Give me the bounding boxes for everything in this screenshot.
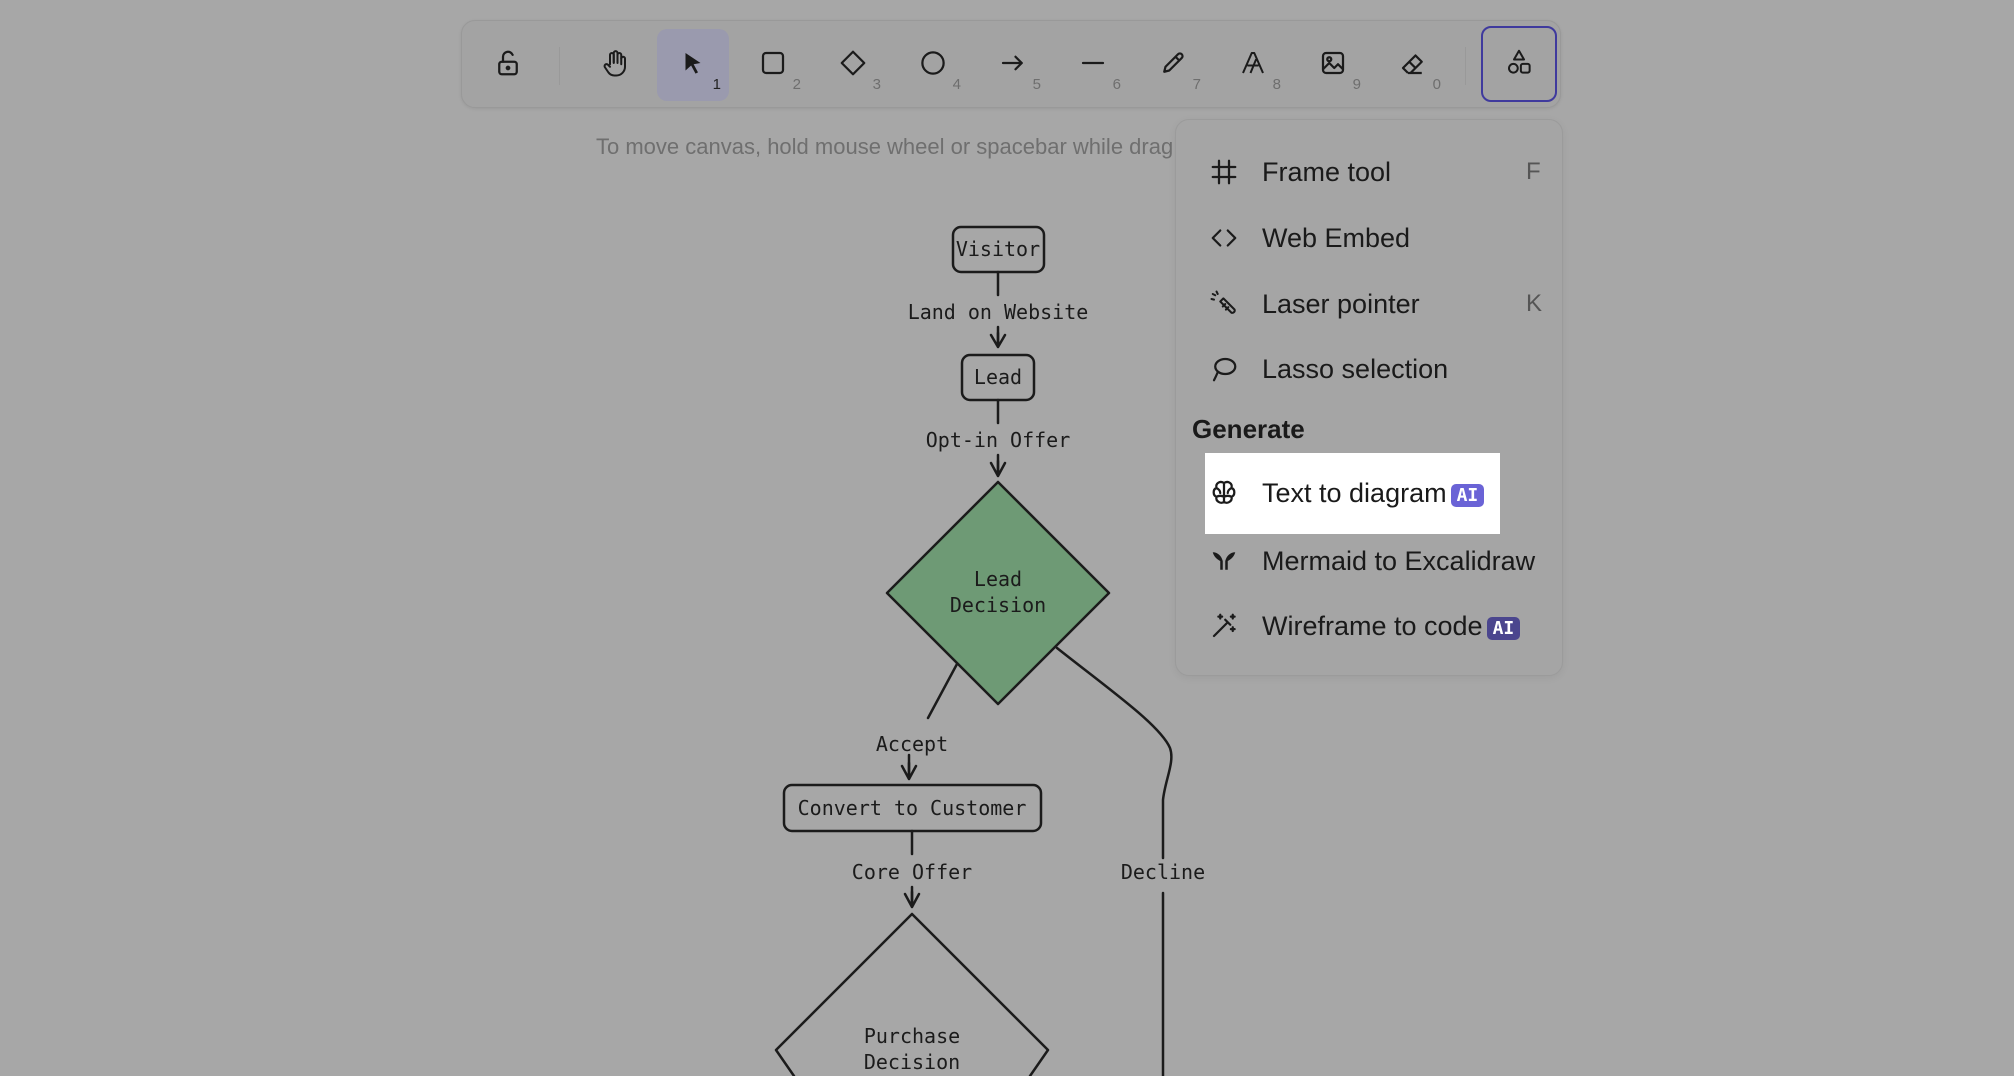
lead-label: Lead — [974, 365, 1022, 389]
text-tool[interactable]: 8 — [1217, 29, 1289, 101]
draw-tool-key: 7 — [1192, 76, 1201, 93]
rectangle-tool[interactable]: 2 — [737, 29, 809, 101]
web-embed-label: Web Embed — [1262, 222, 1411, 253]
diamond-tool-key: 3 — [872, 76, 881, 93]
circle-icon — [918, 48, 948, 83]
core-offer-label: Core Offer — [852, 860, 972, 884]
draw-tool[interactable]: 7 — [1137, 29, 1209, 101]
menu-item-mermaid-to-excalidraw[interactable]: Mermaid to Excalidraw — [1206, 536, 1535, 586]
mermaid-icon — [1206, 543, 1242, 579]
menu-item-lasso-selection[interactable]: Lasso selection — [1206, 344, 1546, 394]
wireframe-to-code-label: Wireframe to code — [1262, 610, 1483, 641]
pointer-icon — [678, 48, 708, 83]
drawing-canvas[interactable]: Visitor Land on Website Lead Opt-in Offe… — [0, 0, 2014, 1076]
eraser-tool-key: 0 — [1432, 76, 1441, 93]
more-tools-button[interactable] — [1481, 26, 1557, 102]
eraser-tool[interactable]: 0 — [1377, 29, 1449, 101]
lasso-selection-label: Lasso selection — [1262, 353, 1449, 384]
lead-decision-label-2: Decision — [950, 593, 1046, 617]
toolbar-separator — [1465, 47, 1466, 85]
opt-in-offer-label: Opt-in Offer — [926, 428, 1071, 452]
hand-icon — [600, 48, 630, 83]
ellipse-tool-key: 4 — [952, 76, 961, 93]
hand-tool[interactable] — [579, 29, 651, 101]
ellipse-tool[interactable]: 4 — [897, 29, 969, 101]
laser-pointer-label: Laser pointer — [1262, 288, 1420, 319]
shapes-icon — [1504, 47, 1534, 82]
laser-pointer-icon — [1206, 286, 1242, 322]
menu-item-web-embed[interactable]: Web Embed — [1206, 213, 1546, 263]
land-on-website-label: Land on Website — [908, 300, 1089, 324]
toolbar-separator — [559, 47, 560, 85]
arrow-right-icon — [998, 48, 1028, 83]
line-tool[interactable]: 6 — [1057, 29, 1129, 101]
decline-label: Decline — [1121, 860, 1205, 884]
text-to-diagram-label: Text to diagram — [1262, 477, 1447, 508]
lead-decision-label-1: Lead — [974, 567, 1022, 591]
accept-label: Accept — [876, 732, 948, 756]
line-tool-key: 6 — [1112, 76, 1121, 93]
image-icon — [1318, 48, 1348, 83]
lasso-icon — [1206, 351, 1242, 387]
pencil-icon — [1158, 48, 1188, 83]
diamond-icon — [838, 48, 868, 83]
selection-tool[interactable]: 1 — [657, 29, 729, 101]
text-icon — [1238, 48, 1268, 83]
menu-item-wireframe-to-code[interactable]: Wireframe to code AI — [1206, 601, 1521, 651]
selection-tool-key: 1 — [712, 76, 721, 93]
eraser-icon — [1398, 48, 1428, 83]
frame-icon — [1206, 154, 1242, 190]
menu-item-text-to-diagram[interactable]: Text to diagram AI — [1206, 468, 1485, 518]
frame-tool-label: Frame tool — [1262, 156, 1392, 187]
menu-item-laser-pointer[interactable]: Laser pointer K — [1206, 279, 1546, 329]
arrow-tool[interactable]: 5 — [977, 29, 1049, 101]
brain-icon — [1206, 475, 1242, 511]
lock-open-icon — [493, 48, 523, 83]
magic-wand-icon — [1206, 608, 1242, 644]
image-tool-key: 9 — [1352, 76, 1361, 93]
ai-badge: AI — [1450, 483, 1485, 507]
frame-tool-shortcut: F — [1526, 158, 1541, 185]
line-icon — [1078, 48, 1108, 83]
laser-pointer-shortcut: K — [1526, 290, 1543, 317]
diamond-tool[interactable]: 3 — [817, 29, 889, 101]
ai-badge: AI — [1486, 616, 1521, 640]
purchase-decision-label-1: Purchase — [864, 1024, 960, 1048]
convert-to-customer-label: Convert to Customer — [798, 796, 1027, 820]
code-brackets-icon — [1206, 220, 1242, 256]
visitor-label: Visitor — [956, 237, 1040, 261]
canvas-hint: To move canvas, hold mouse wheel or spac… — [596, 134, 1174, 159]
extra-tools-menu: Frame tool F Web Embed Laser pointer K L… — [1175, 119, 1563, 676]
generate-heading: Generate — [1192, 414, 1305, 444]
toolbar: 1 2 3 4 5 6 7 8 9 0 — [461, 20, 1561, 108]
image-tool[interactable]: 9 — [1297, 29, 1369, 101]
menu-item-frame-tool[interactable]: Frame tool F — [1206, 147, 1546, 197]
text-tool-key: 8 — [1272, 76, 1281, 93]
mermaid-to-excalidraw-label: Mermaid to Excalidraw — [1262, 545, 1536, 576]
purchase-decision-label-2: Decision — [864, 1050, 960, 1074]
rectangle-tool-key: 2 — [792, 76, 801, 93]
arrow-tool-key: 5 — [1032, 76, 1041, 93]
lock-tool[interactable] — [472, 29, 544, 101]
rectangle-icon — [758, 48, 788, 83]
